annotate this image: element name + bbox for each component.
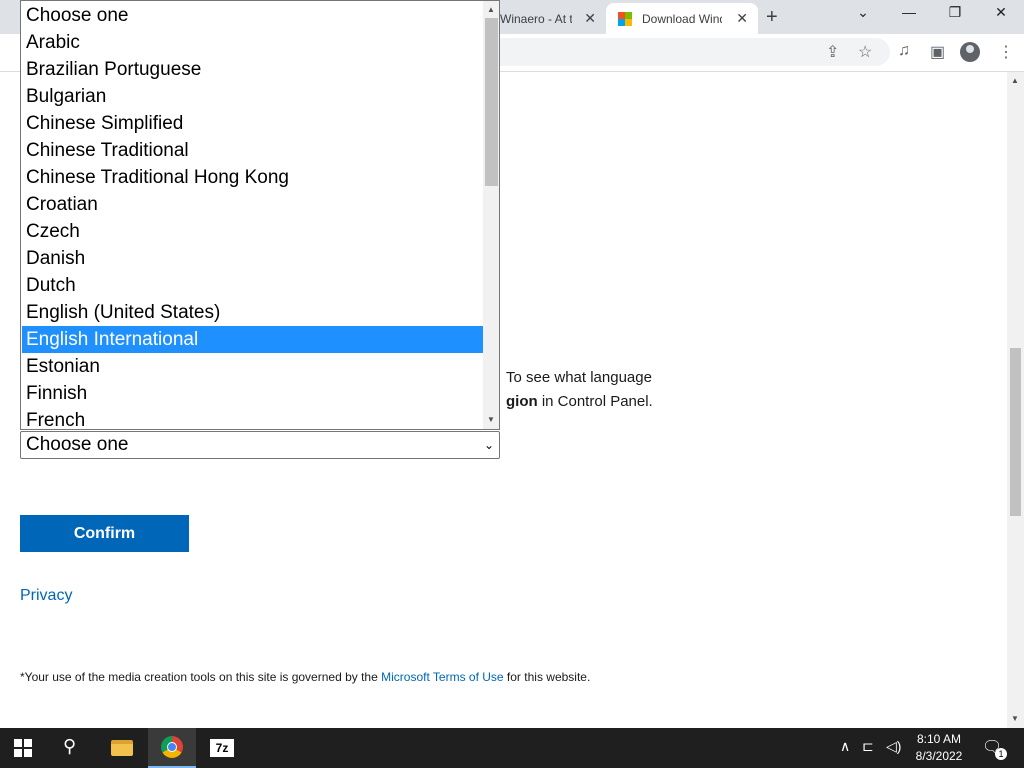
screen: Winaero - At th ✕ Download Wind ✕ + ⌄ — …: [0, 0, 1024, 768]
instruction-text: To see what language: [506, 369, 652, 386]
dropdown-option[interactable]: Czech: [22, 218, 483, 245]
language-select-value: Choose one: [26, 434, 129, 455]
7zip-label: 7z: [210, 739, 234, 757]
clock-date: 8/3/2022: [915, 749, 963, 763]
footnote-suffix: for this website.: [503, 670, 591, 684]
scroll-down-icon[interactable]: ▼: [1011, 714, 1019, 723]
dropdown-option[interactable]: Finnish: [22, 380, 483, 407]
7zip-icon[interactable]: 7z: [198, 728, 246, 768]
dropdown-option[interactable]: Bulgarian: [22, 83, 483, 110]
windows-start-icon[interactable]: [14, 739, 32, 757]
dropdown-option[interactable]: Choose one: [22, 2, 483, 29]
tab-label: Download Wind: [642, 11, 722, 26]
restore-icon[interactable]: ❐: [932, 4, 978, 21]
dropdown-option[interactable]: Danish: [22, 245, 483, 272]
sidebar-icon[interactable]: ▣: [930, 42, 945, 62]
dropdown-option[interactable]: Dutch: [22, 272, 483, 299]
chevron-down-icon: ⌄: [483, 438, 494, 452]
tab-label: Winaero - At th: [500, 11, 572, 26]
instruction-bold: gion: [506, 393, 538, 410]
dropdown-option[interactable]: English (United States): [22, 299, 483, 326]
chevron-down-icon[interactable]: ⌄: [840, 4, 886, 21]
dropdown-option[interactable]: Brazilian Portuguese: [22, 56, 483, 83]
terms-footnote: *Your use of the media creation tools on…: [20, 670, 590, 684]
share-icon[interactable]: ⇪: [826, 42, 839, 62]
close-icon[interactable]: ✕: [978, 4, 1024, 21]
dropdown-scrollbar[interactable]: ▲ ▼: [483, 1, 499, 429]
volume-icon[interactable]: ◁): [886, 738, 901, 755]
terms-of-use-link[interactable]: Microsoft Terms of Use: [381, 670, 503, 684]
scrollbar-thumb[interactable]: [1010, 348, 1021, 516]
instruction-text-2: gion in Control Panel.: [506, 390, 653, 414]
footnote-prefix: *Your use of the media creation tools on…: [20, 670, 382, 684]
dropdown-option[interactable]: Estonian: [22, 353, 483, 380]
clock-time: 8:10 AM: [916, 732, 962, 746]
dropdown-option[interactable]: Croatian: [22, 191, 483, 218]
confirm-button[interactable]: Confirm: [20, 515, 189, 552]
file-explorer-icon[interactable]: [98, 728, 146, 768]
star-icon[interactable]: ☆: [858, 42, 872, 62]
plus-icon[interactable]: +: [766, 6, 778, 29]
dropdown-option[interactable]: English International: [22, 326, 483, 353]
notification-badge: 1: [995, 748, 1007, 760]
tab-winaero[interactable]: Winaero - At th ✕: [496, 3, 606, 34]
close-icon[interactable]: ✕: [736, 10, 748, 27]
system-clock[interactable]: 8:10 AM 8/3/2022: [904, 731, 974, 765]
menu-icon[interactable]: ⋮: [998, 42, 1014, 62]
profile-icon[interactable]: [960, 42, 980, 62]
minimize-icon[interactable]: —: [886, 4, 932, 20]
language-select[interactable]: Choose one ⌄: [20, 431, 500, 459]
network-icon[interactable]: ⊏: [862, 738, 874, 755]
microsoft-logo-icon: [618, 11, 632, 26]
scroll-up-icon[interactable]: ▲: [487, 5, 495, 14]
tab-download-windows[interactable]: Download Wind ✕: [606, 3, 758, 34]
chevron-up-icon[interactable]: ∧: [840, 738, 850, 755]
scroll-down-icon[interactable]: ▼: [487, 415, 495, 424]
language-dropdown-list[interactable]: Choose one Arabic Brazilian Portuguese Bulg…: [20, 0, 500, 430]
dropdown-option[interactable]: Arabic: [22, 29, 483, 56]
scroll-up-icon[interactable]: ▲: [1011, 76, 1019, 85]
dropdown-option[interactable]: Chinese Traditional Hong Kong: [22, 164, 483, 191]
dropdown-option[interactable]: Chinese Traditional: [22, 137, 483, 164]
close-icon[interactable]: ✕: [584, 10, 596, 27]
instruction-rest: in Control Panel.: [537, 393, 653, 410]
dropdown-option[interactable]: Chinese Simplified: [22, 110, 483, 137]
taskbar: ⚲ 7z ∧ ⊏ ◁) 8:10 AM 8/3/2022 🗨 1: [0, 728, 1024, 768]
dropdown-option[interactable]: French: [22, 407, 483, 429]
dropdown-scrollbar-thumb[interactable]: [485, 18, 498, 186]
media-icon[interactable]: ♫: [898, 42, 910, 60]
chrome-icon[interactable]: [148, 728, 196, 768]
search-icon[interactable]: ⚲: [63, 736, 76, 757]
privacy-link[interactable]: Privacy: [20, 587, 72, 605]
page-scrollbar[interactable]: ▲ ▼: [1007, 72, 1024, 728]
